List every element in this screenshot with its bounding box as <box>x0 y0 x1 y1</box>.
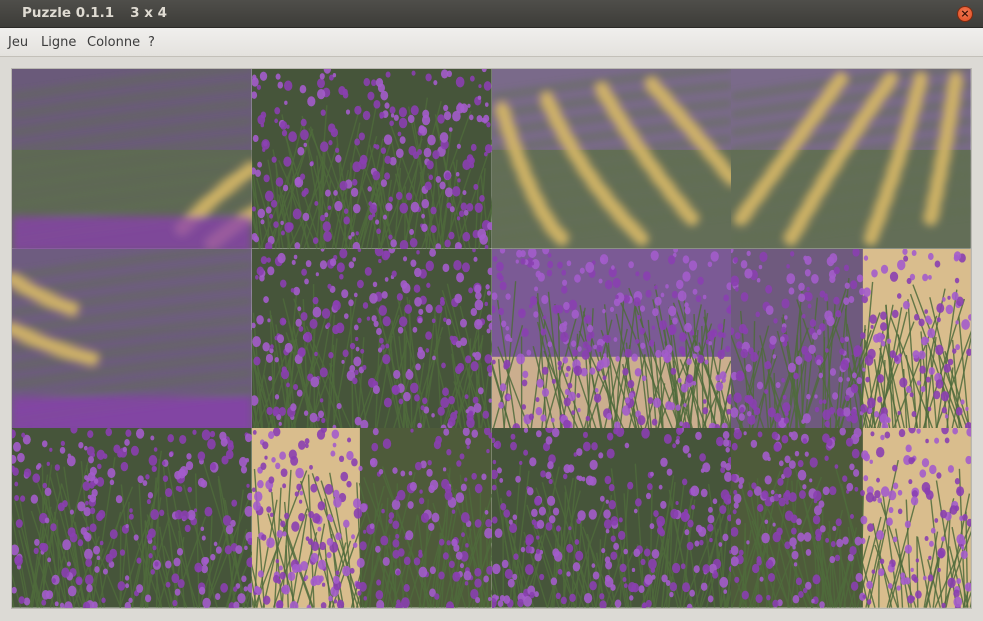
menu-help[interactable]: ? <box>148 35 155 50</box>
menu-bar: Jeu Ligne Colonne ? <box>0 28 983 57</box>
tile-image <box>12 428 252 608</box>
menu-jeu[interactable]: Jeu <box>8 35 28 50</box>
tile-image <box>12 69 252 249</box>
puzzle-tile[interactable] <box>251 428 492 608</box>
tile-image <box>491 248 732 429</box>
puzzle-tile[interactable] <box>251 69 492 249</box>
puzzle-tile[interactable] <box>251 248 492 429</box>
app-title: Puzzle 0.1.1 <box>22 5 115 21</box>
tile-image <box>251 69 492 249</box>
puzzle-tile[interactable] <box>731 428 971 608</box>
tile-image <box>251 248 492 429</box>
puzzle-tile[interactable] <box>12 428 252 608</box>
puzzle-tile[interactable] <box>491 248 732 429</box>
tile-image <box>731 69 971 249</box>
title-bar[interactable]: Puzzle 0.1.1 3 x 4 × <box>0 0 983 28</box>
puzzle-tile[interactable] <box>491 69 732 249</box>
puzzle-tile[interactable] <box>731 248 971 429</box>
tile-image <box>251 428 492 608</box>
menu-ligne[interactable]: Ligne <box>41 35 76 50</box>
puzzle-window: Puzzle 0.1.1 3 x 4 × Jeu Ligne Colonne ? <box>0 0 983 621</box>
close-icon: × <box>960 7 970 20</box>
puzzle-board <box>11 68 972 609</box>
tile-image <box>491 69 732 249</box>
tile-image <box>12 248 252 429</box>
tile-image <box>731 248 971 429</box>
tile-image <box>731 428 971 608</box>
puzzle-tile[interactable] <box>12 69 252 249</box>
close-button[interactable]: × <box>957 6 973 22</box>
menu-colonne[interactable]: Colonne <box>87 35 140 50</box>
tile-image <box>491 428 732 608</box>
puzzle-tile[interactable] <box>491 428 732 608</box>
puzzle-tile[interactable] <box>731 69 971 249</box>
window-title: Puzzle 0.1.1 3 x 4 <box>22 5 167 21</box>
puzzle-tile[interactable] <box>12 248 252 429</box>
grid-size-label: 3 x 4 <box>130 5 168 21</box>
